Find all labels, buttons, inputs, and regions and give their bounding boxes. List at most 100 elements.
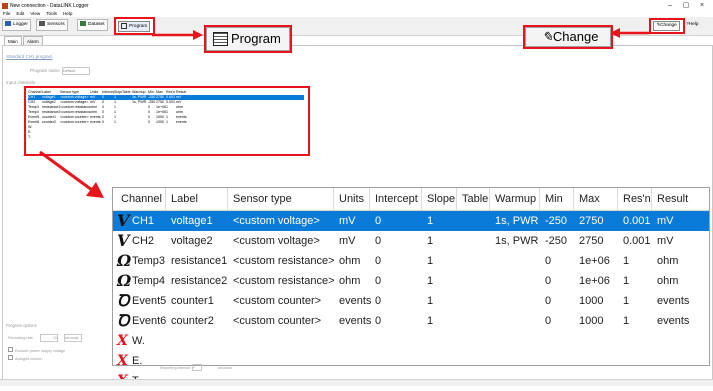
menu-tools[interactable]: Tools — [46, 11, 57, 16]
input-channels-label: Input channels — [6, 80, 36, 85]
sensors-icon — [39, 21, 45, 27]
change-button[interactable]: ✎Change — [653, 21, 680, 31]
column-header[interactable]: Res'n — [623, 188, 651, 210]
recording-rate-unit[interactable]: seconds — [64, 334, 82, 342]
logger-button[interactable]: Logger — [2, 19, 31, 31]
column-header[interactable]: Table — [462, 188, 488, 210]
cell-slope: 1 — [427, 235, 434, 247]
program-button[interactable]: Program — [118, 21, 151, 32]
table-row[interactable]: Ω Temp3 resistance1 <custom resistance> ohm 0… — [113, 251, 709, 271]
table-row[interactable]: V CH1 voltage1 <custom voltage> mV 0 1 1s, PWR -… — [113, 211, 709, 231]
checkbox-icon — [8, 347, 13, 352]
column-divider[interactable] — [333, 188, 334, 210]
cell-result: mV — [657, 235, 674, 247]
cell-min: 0 — [545, 295, 552, 307]
small-table-row[interactable]: T. — [28, 135, 304, 140]
column-header[interactable]: Min — [545, 188, 563, 210]
cell-label: counter2 — [171, 315, 214, 327]
column-divider[interactable] — [165, 188, 166, 210]
option-exclude-power[interactable]: Exclude power supply voltage — [8, 347, 65, 353]
column-header[interactable]: Slope — [427, 188, 455, 210]
menu-help[interactable]: Help — [63, 11, 72, 16]
cell-warmup: 1s, PWR — [495, 215, 539, 227]
menu-bar: File Edit View Tools Help — [0, 10, 75, 17]
menu-view[interactable]: View — [30, 11, 40, 16]
change-toolbar-highlight: ✎Change — [649, 18, 685, 34]
cell-channel: CH2 — [132, 235, 155, 247]
menu-edit[interactable]: Edit — [16, 11, 24, 16]
close-button[interactable]: × — [696, 0, 708, 11]
table-row[interactable]: V CH2 voltage2 <custom voltage> mV 0 1 1s, PWR -… — [113, 231, 709, 251]
logger-icon — [5, 21, 11, 27]
column-divider[interactable] — [456, 188, 457, 210]
small-cell: T. — [28, 135, 31, 139]
small-channel-table: ChannelLabelSensor typeUnitsInterceptSlo… — [24, 86, 310, 156]
column-divider[interactable] — [617, 188, 618, 210]
cell-channel: W. — [132, 335, 145, 347]
column-divider[interactable] — [421, 188, 422, 210]
dataset-icon — [80, 21, 86, 27]
disabled-icon: X — [117, 353, 128, 369]
table-body: V CH1 voltage1 <custom voltage> mV 0 1 1s, PWR -… — [113, 211, 709, 391]
column-header[interactable]: Intercept — [375, 188, 418, 210]
help-button[interactable]: ?Help — [686, 21, 699, 29]
maximize-button[interactable]: ▢ — [680, 0, 692, 11]
pencil-icon-large: ✎ — [542, 29, 553, 44]
small-table-body: ChannelLabelSensor typeUnitsInterceptSlo… — [28, 90, 304, 140]
column-divider[interactable] — [539, 188, 540, 210]
table-row[interactable]: X E. — [113, 351, 709, 371]
cell-units: mV — [339, 215, 356, 227]
table-row[interactable]: Ꝺ Event5 counter1 <custom counter> events 0 1 0… — [113, 291, 709, 311]
cell-intercept: 0 — [375, 275, 382, 287]
column-header[interactable]: Sensor type — [233, 188, 292, 210]
cell-units: ohm — [339, 255, 361, 267]
cell-slope: 1 — [427, 255, 434, 267]
cell-max: 1e+06 — [579, 275, 610, 287]
column-divider[interactable] — [651, 188, 652, 210]
reporting-interval-unit[interactable]: seconds — [218, 366, 232, 370]
program-callout: Program — [204, 25, 292, 53]
program-grid-icon-large — [213, 32, 228, 46]
cell-sensor: <custom resistance> — [233, 255, 335, 267]
cell-channel: Event5 — [132, 295, 167, 307]
cell-channel: Event6 — [132, 315, 167, 327]
reporting-interval-input[interactable]: 1 — [192, 364, 202, 371]
column-header[interactable]: Label — [171, 188, 198, 210]
cell-intercept: 0 — [375, 235, 382, 247]
column-divider[interactable] — [369, 188, 370, 210]
program-grid-icon — [121, 22, 127, 29]
column-header[interactable]: Result — [657, 188, 688, 210]
table-row[interactable]: Ꝺ Event6 counter2 <custom counter> events 0 1 0… — [113, 311, 709, 331]
table-row[interactable]: Ω Temp4 resistance2 <custom resistance> ohm 0… — [113, 271, 709, 291]
change-callout-button[interactable]: ✎Change — [525, 27, 611, 47]
cell-max: 2750 — [579, 235, 604, 247]
cell-sensor: <custom resistance> — [233, 275, 335, 287]
program-name-input[interactable]: Default — [62, 67, 90, 75]
cell-resn: 1 — [623, 315, 630, 327]
recording-rate-input[interactable]: 10 — [40, 334, 58, 342]
cell-channel: CH1 — [132, 215, 155, 227]
cell-max: 1e+06 — [579, 255, 610, 267]
column-divider[interactable] — [573, 188, 574, 210]
column-divider[interactable] — [489, 188, 490, 210]
table-header: Channel Label Sensor type Units Intercept Slo… — [113, 188, 709, 211]
resistance-icon: Ω — [117, 251, 132, 270]
cell-resn: 0.001 — [623, 215, 651, 227]
title-bar: New connection - DataLINK Logger – ▢ × — [0, 0, 713, 12]
column-header[interactable]: Warmup — [495, 188, 536, 210]
menu-file[interactable]: File — [3, 11, 10, 16]
dataset-button[interactable]: Dataset — [77, 19, 108, 31]
cell-min: 0 — [545, 315, 552, 327]
minimize-button[interactable]: – — [664, 0, 676, 11]
option-autogrid[interactable]: Autogrid column — [8, 355, 42, 361]
voltage-icon: V — [117, 211, 130, 230]
cell-intercept: 0 — [375, 315, 382, 327]
column-header[interactable]: Units — [339, 188, 364, 210]
column-header[interactable]: Channel — [121, 188, 162, 210]
table-row[interactable]: X W. — [113, 331, 709, 351]
cell-result: mV — [657, 215, 674, 227]
sensors-button[interactable]: Sensors — [36, 19, 68, 31]
column-header[interactable]: Max — [579, 188, 600, 210]
program-callout-button[interactable]: Program — [206, 27, 290, 51]
column-divider[interactable] — [227, 188, 228, 210]
